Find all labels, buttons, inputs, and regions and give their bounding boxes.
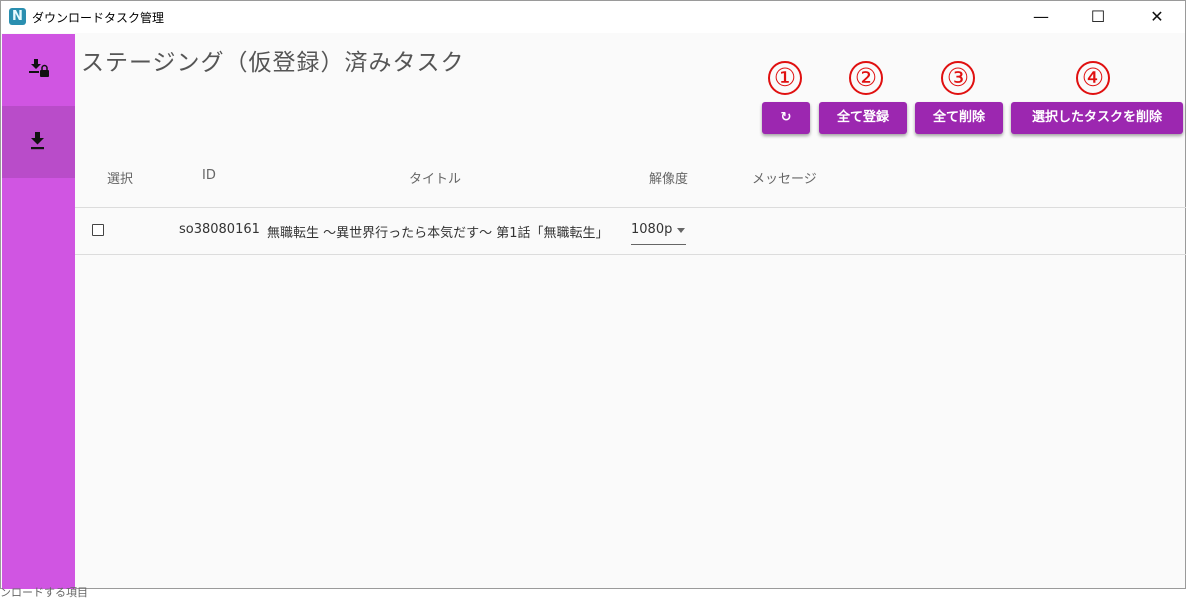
dropdown-arrow-icon — [677, 228, 685, 233]
page-title: ステージング（仮登録）済みタスク — [81, 50, 465, 76]
row-title: 無職転生 〜異世界行ったら本気だす〜 第1話「無職転生」 — [267, 226, 609, 241]
refresh-button[interactable]: ↻ — [762, 102, 810, 134]
maximize-button[interactable]: ☐ — [1068, 1, 1128, 33]
column-header-title: タイトル — [409, 172, 462, 187]
marker-4: ④ — [1076, 61, 1110, 95]
download-lock-icon — [29, 59, 49, 77]
row-select-checkbox[interactable] — [92, 224, 104, 236]
download-icon — [31, 132, 44, 150]
sidebar — [2, 34, 75, 589]
column-header-select: 選択 — [107, 172, 134, 187]
background-text: ンロードする項目 — [0, 586, 88, 599]
column-header-resolution: 解像度 — [649, 172, 689, 187]
header-divider — [75, 207, 1186, 208]
marker-2: ② — [849, 61, 883, 95]
column-header-id: ID — [202, 168, 216, 183]
resolution-value: 1080p — [631, 222, 673, 237]
column-header-message: メッセージ — [752, 172, 817, 187]
row-divider — [75, 254, 1186, 255]
window-title: ダウンロードタスク管理 — [32, 11, 165, 25]
close-button[interactable]: ✕ — [1127, 1, 1187, 33]
resolution-select[interactable]: 1080p — [631, 222, 686, 245]
app-icon: N — [9, 8, 26, 25]
sidebar-item-download[interactable] — [2, 106, 75, 178]
delete-selected-button[interactable]: 選択したタスクを削除 — [1011, 102, 1183, 134]
sidebar-item-download-lock[interactable] — [2, 34, 75, 106]
marker-3: ③ — [941, 61, 975, 95]
row-id: so38080161 — [179, 222, 260, 237]
app-window: N ダウンロードタスク管理 — ☐ ✕ ステージング（仮登録）済みタスク ① ②… — [0, 0, 1186, 589]
delete-all-button[interactable]: 全て削除 — [915, 102, 1003, 134]
refresh-icon: ↻ — [780, 110, 792, 125]
title-bar[interactable]: N ダウンロードタスク管理 — ☐ ✕ — [1, 1, 1185, 33]
marker-1: ① — [768, 61, 802, 95]
register-all-button[interactable]: 全て登録 — [819, 102, 907, 134]
minimize-button[interactable]: — — [1011, 1, 1071, 33]
